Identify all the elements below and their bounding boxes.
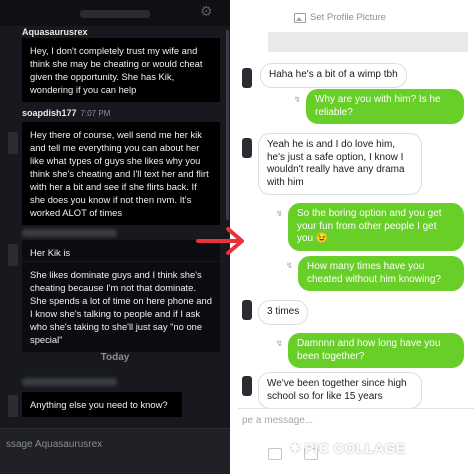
incoming-message: Yeah he is and I do love him, he's just … [258,133,422,195]
message-input[interactable]: ssage Aquasaurusrex [0,428,230,474]
outgoing-message: Damnnn and how long have you been togeth… [288,333,464,368]
read-receipt-icon: ↯ [286,261,293,270]
gear-icon[interactable]: ⚙ [200,4,214,18]
blurred-author [22,378,117,386]
camera-icon[interactable] [268,448,282,460]
message-author: soapdish177 7:07 PM [22,108,111,118]
arrow-right-icon [196,227,244,255]
pic-collage-watermark: ✱ PIC COLLAGE [290,440,406,456]
message-input[interactable]: pe a message... [238,408,474,432]
incoming-message: Haha he's a bit of a wimp tbh [260,63,407,88]
set-profile-picture[interactable]: Set Profile Picture [294,12,386,23]
scrollbar[interactable] [226,30,229,220]
message-body: Anything else you need to know? [22,392,182,417]
incoming-message: 3 times [258,300,309,325]
read-receipt-icon: ↯ [294,95,301,104]
message-body: Hey, I don't completely trust my wife an… [22,38,220,102]
read-receipt-icon: ↯ [276,209,283,218]
outgoing-message: Why are you with him? Is he reliable? [306,89,464,124]
input-placeholder: pe a message... [242,415,314,426]
avatar[interactable] [242,138,252,158]
message-body: She likes dominate guys and I think she'… [22,262,220,352]
input-placeholder: ssage Aquasaurusrex [6,439,103,450]
avatar[interactable] [242,68,252,88]
avatar[interactable] [242,376,252,396]
blurred-contact-name [268,32,468,52]
blurred-author [22,229,117,237]
message-body: Hey there of course, well send me her ki… [22,122,220,225]
right-chat-panel: Set Profile Picture Haha he's a bit of a… [238,0,474,474]
avatar[interactable] [8,244,18,266]
left-header: ⚙ [0,0,230,26]
avatar[interactable] [8,395,18,417]
avatar[interactable] [8,132,18,154]
outgoing-message: So the boring option and you get your fu… [288,203,464,251]
message-author: Aquasaurusrex [22,27,88,37]
image-icon [294,12,306,23]
avatar[interactable] [242,300,252,320]
message-body: Her Kik is [22,240,220,261]
incoming-message: We've been together since high school so… [258,372,422,409]
blurred-title [80,10,150,18]
read-receipt-icon: ↯ [276,339,283,348]
outgoing-message: How many times have you cheated without … [298,256,464,291]
day-divider: Today [100,352,130,363]
